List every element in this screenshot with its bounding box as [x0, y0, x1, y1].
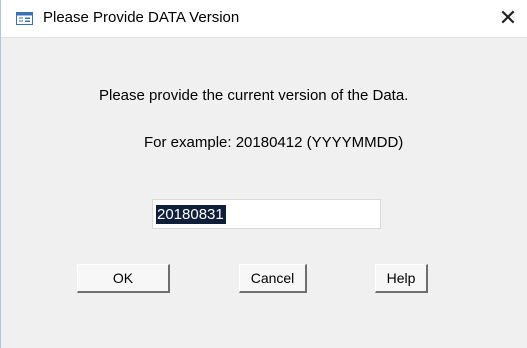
- title-bar[interactable]: Please Provide DATA Version ✕: [1, 0, 527, 38]
- version-input[interactable]: 20180831: [152, 199, 381, 229]
- ok-button[interactable]: OK: [77, 264, 170, 293]
- version-input-value[interactable]: 20180831: [156, 205, 226, 224]
- close-icon: ✕: [498, 6, 518, 31]
- cancel-button[interactable]: Cancel: [239, 264, 307, 293]
- example-text: For example: 20180412 (YYYYMMDD): [144, 134, 404, 151]
- help-button[interactable]: Help: [375, 264, 428, 293]
- dialog-window: Please Provide DATA Version ✕ Please pro…: [0, 0, 527, 348]
- close-button[interactable]: ✕: [488, 0, 527, 37]
- dialog-body: Please provide the current version of th…: [1, 38, 527, 348]
- form-icon: [16, 12, 33, 25]
- window-title: Please Provide DATA Version: [43, 9, 240, 26]
- prompt-text: Please provide the current version of th…: [99, 87, 409, 104]
